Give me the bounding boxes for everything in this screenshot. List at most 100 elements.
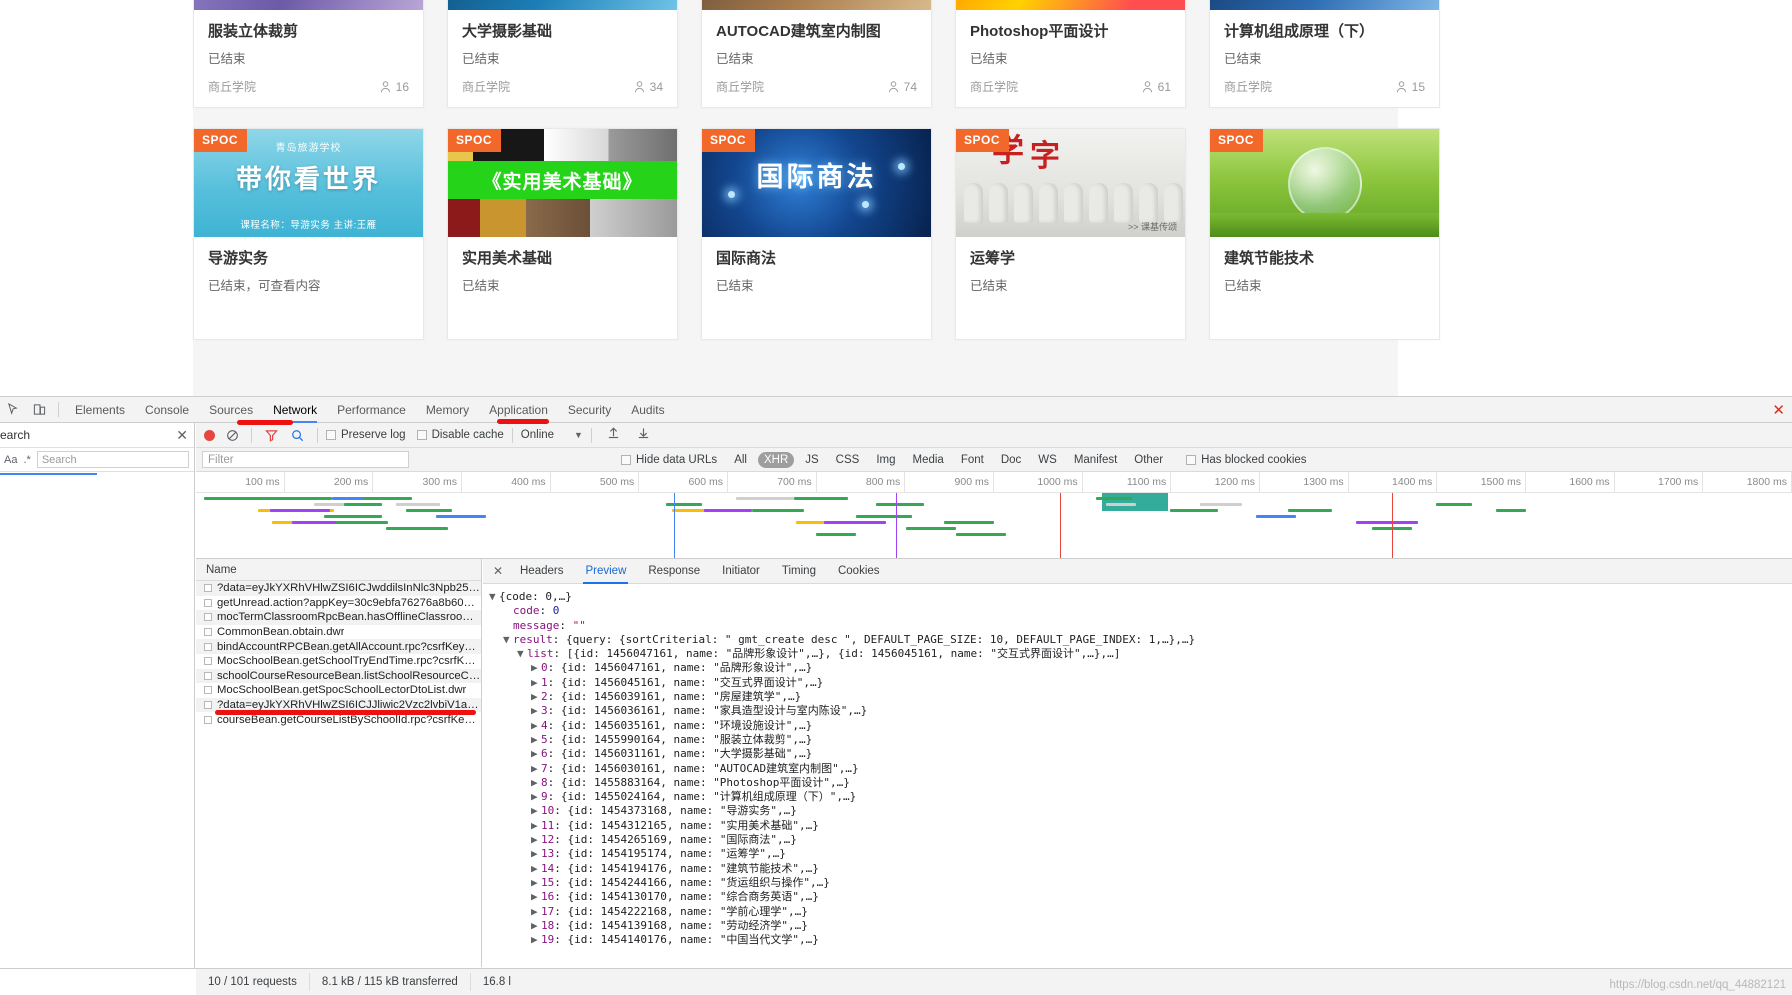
- table-row[interactable]: MocSchoolBean.getSpocSchoolLectorDtoList…: [196, 683, 481, 698]
- export-har-icon[interactable]: [630, 426, 657, 444]
- devtools-tab-console[interactable]: Console: [135, 397, 199, 423]
- course-enrollment-count: 15: [1411, 79, 1425, 94]
- course-card[interactable]: SPOC 青岛旅游学校 带你看世界 课程名称：导游实务 主讲:王雁 导游实务 已结束，可查…: [193, 128, 424, 340]
- json-preview-tree[interactable]: ▼ {code: 0,…} code: 0 message: "" ▼ result: {…: [483, 584, 1792, 967]
- expand-triangle[interactable]: ▶: [531, 862, 541, 876]
- json-line: ▶ 17: {id: 1454222168, name: "学前心理学",…}: [531, 904, 808, 919]
- search-icon[interactable]: [286, 429, 309, 442]
- table-row[interactable]: ?data=eyJkYXRhVHlwZSI6ICJwddilsInNlc3Npb…: [196, 581, 481, 596]
- course-card[interactable]: AUTOCAD建筑室内制图 已结束 商丘学院 74: [701, 0, 932, 108]
- expand-triangle[interactable]: ▼: [503, 633, 513, 647]
- expand-triangle[interactable]: ▶: [531, 661, 541, 675]
- waterfall-bar: [204, 497, 332, 500]
- expand-triangle[interactable]: ▶: [531, 933, 541, 947]
- type-filter-all[interactable]: All: [728, 452, 753, 468]
- expand-triangle[interactable]: ▶: [531, 762, 541, 776]
- table-row[interactable]: MocSchoolBean.getSchoolTryEndTime.rpc?cs…: [196, 654, 481, 669]
- request-list-header[interactable]: Name: [196, 559, 481, 581]
- course-card[interactable]: 大学摄影基础 已结束 商丘学院 34: [447, 0, 678, 108]
- expand-triangle[interactable]: ▼: [489, 590, 499, 604]
- type-filter-js[interactable]: JS: [799, 452, 824, 468]
- clear-requests-icon[interactable]: [222, 429, 243, 442]
- expand-triangle[interactable]: ▶: [531, 833, 541, 847]
- network-overview[interactable]: 100 ms 200 ms 300 ms 400 ms 500 ms 600 ms 700 …: [196, 472, 1792, 559]
- expand-triangle[interactable]: ▶: [531, 747, 541, 761]
- devtools-tab-audits[interactable]: Audits: [621, 397, 674, 423]
- type-filter-font[interactable]: Font: [955, 452, 990, 468]
- preserve-log-checkbox[interactable]: Preserve log: [326, 429, 406, 441]
- course-card[interactable]: SPOC 国际商法 国际商法 已结束: [701, 128, 932, 340]
- type-filter-css[interactable]: CSS: [830, 452, 866, 468]
- has-blocked-cookies-checkbox[interactable]: Has blocked cookies: [1186, 454, 1307, 466]
- json-line: ▶ 9: {id: 1455024164, name: "计算机组成原理（下）",…: [531, 790, 857, 804]
- table-row[interactable]: mocTermClassroomRpcBean.hasOfflineClassr…: [196, 610, 481, 625]
- type-filter-other[interactable]: Other: [1128, 452, 1169, 468]
- type-filter-img[interactable]: Img: [870, 452, 901, 468]
- detail-tab-timing[interactable]: Timing: [771, 559, 827, 584]
- course-status: 已结束: [1224, 52, 1262, 66]
- table-row[interactable]: getUnread.action?appKey=30c9ebfa76276a8b…: [196, 596, 481, 611]
- table-row[interactable]: bindAccountRPCBean.getAllAccount.rpc?csr…: [196, 639, 481, 654]
- chevron-down-icon: ▼: [574, 430, 583, 440]
- inspect-cursor-icon[interactable]: [0, 398, 26, 422]
- detail-close-icon[interactable]: ✕: [487, 564, 509, 578]
- disable-cache-checkbox[interactable]: Disable cache: [416, 429, 504, 441]
- detail-tab-initiator[interactable]: Initiator: [711, 559, 771, 584]
- devtools-tab-security[interactable]: Security: [558, 397, 621, 423]
- course-card[interactable]: 服装立体裁剪 已结束 商丘学院 16: [193, 0, 424, 108]
- type-filter-manifest[interactable]: Manifest: [1068, 452, 1123, 468]
- expand-triangle[interactable]: ▶: [531, 919, 541, 933]
- table-row[interactable]: CommonBean.obtain.dwr: [196, 625, 481, 640]
- detail-tab-headers[interactable]: Headers: [509, 559, 574, 584]
- course-card[interactable]: SPOC学字>> 课基传颂运筹学已结束: [955, 128, 1186, 340]
- detail-tab-cookies[interactable]: Cookies: [827, 559, 891, 584]
- expand-triangle[interactable]: ▶: [531, 790, 541, 804]
- hide-data-urls-checkbox[interactable]: Hide data URLs: [621, 454, 717, 466]
- devtools-tab-performance[interactable]: Performance: [327, 397, 416, 423]
- import-har-icon[interactable]: [600, 426, 627, 444]
- devtools-tab-list: Elements Console Sources Network Performance…: [65, 397, 675, 423]
- regex-toggle[interactable]: .*: [23, 454, 30, 466]
- type-filter-media[interactable]: Media: [907, 452, 950, 468]
- close-devtools-icon[interactable]: ✕: [1772, 401, 1785, 419]
- time-tick-label: 1300 ms: [1303, 476, 1344, 488]
- expand-triangle[interactable]: ▶: [531, 905, 541, 919]
- expand-triangle[interactable]: ▶: [531, 847, 541, 861]
- expand-triangle[interactable]: ▶: [531, 804, 541, 818]
- expand-triangle[interactable]: ▶: [531, 690, 541, 704]
- expand-triangle[interactable]: ▶: [531, 876, 541, 890]
- expand-triangle[interactable]: ▶: [531, 704, 541, 718]
- detail-tab-preview[interactable]: Preview: [574, 559, 637, 584]
- expand-triangle[interactable]: ▶: [531, 733, 541, 747]
- search-close-icon[interactable]: ✕: [176, 427, 188, 444]
- match-case-toggle[interactable]: Aa: [4, 454, 17, 466]
- devtools-tab-sources[interactable]: Sources: [199, 397, 263, 423]
- json-line: ▶ 19: {id: 1454140176, name: "中国当代文学",…}: [531, 933, 819, 947]
- course-card[interactable]: 计算机组成原理（下） 已结束 商丘学院 15: [1209, 0, 1440, 108]
- throttling-select[interactable]: Online ▼: [521, 429, 583, 441]
- filter-input[interactable]: [202, 451, 409, 468]
- detail-tab-response[interactable]: Response: [637, 559, 711, 584]
- expand-triangle[interactable]: ▶: [531, 719, 541, 733]
- device-toolbar-icon[interactable]: [26, 398, 52, 422]
- funnel-filter-icon[interactable]: [260, 429, 283, 442]
- devtools-tab-memory[interactable]: Memory: [416, 397, 479, 423]
- status-finish: 16.8 l: [482, 976, 511, 988]
- devtools-tab-network[interactable]: Network: [263, 397, 327, 423]
- request-name: MocSchoolBean.getSchoolTryEndTime.rpc?cs…: [217, 655, 481, 668]
- course-card[interactable]: SPOC 建筑节能技术 已结束: [1209, 128, 1440, 340]
- expand-triangle[interactable]: ▶: [531, 890, 541, 904]
- expand-triangle[interactable]: ▶: [531, 819, 541, 833]
- type-filter-ws[interactable]: WS: [1032, 452, 1063, 468]
- record-stop-icon[interactable]: [204, 429, 215, 441]
- course-card[interactable]: SPOC 《实用美术基础》 实用美术基础 已结束: [447, 128, 678, 340]
- search-input[interactable]: [36, 451, 189, 468]
- devtools-tab-elements[interactable]: Elements: [65, 397, 135, 423]
- course-card[interactable]: Photoshop平面设计 已结束 商丘学院 61: [955, 0, 1186, 108]
- expand-triangle[interactable]: ▼: [517, 647, 527, 661]
- expand-triangle[interactable]: ▶: [531, 776, 541, 790]
- table-row[interactable]: schoolCourseResourceBean.listSchoolResou…: [196, 668, 481, 684]
- type-filter-doc[interactable]: Doc: [995, 452, 1027, 468]
- expand-triangle[interactable]: ▶: [531, 676, 541, 690]
- type-filter-xhr[interactable]: XHR: [757, 451, 795, 468]
